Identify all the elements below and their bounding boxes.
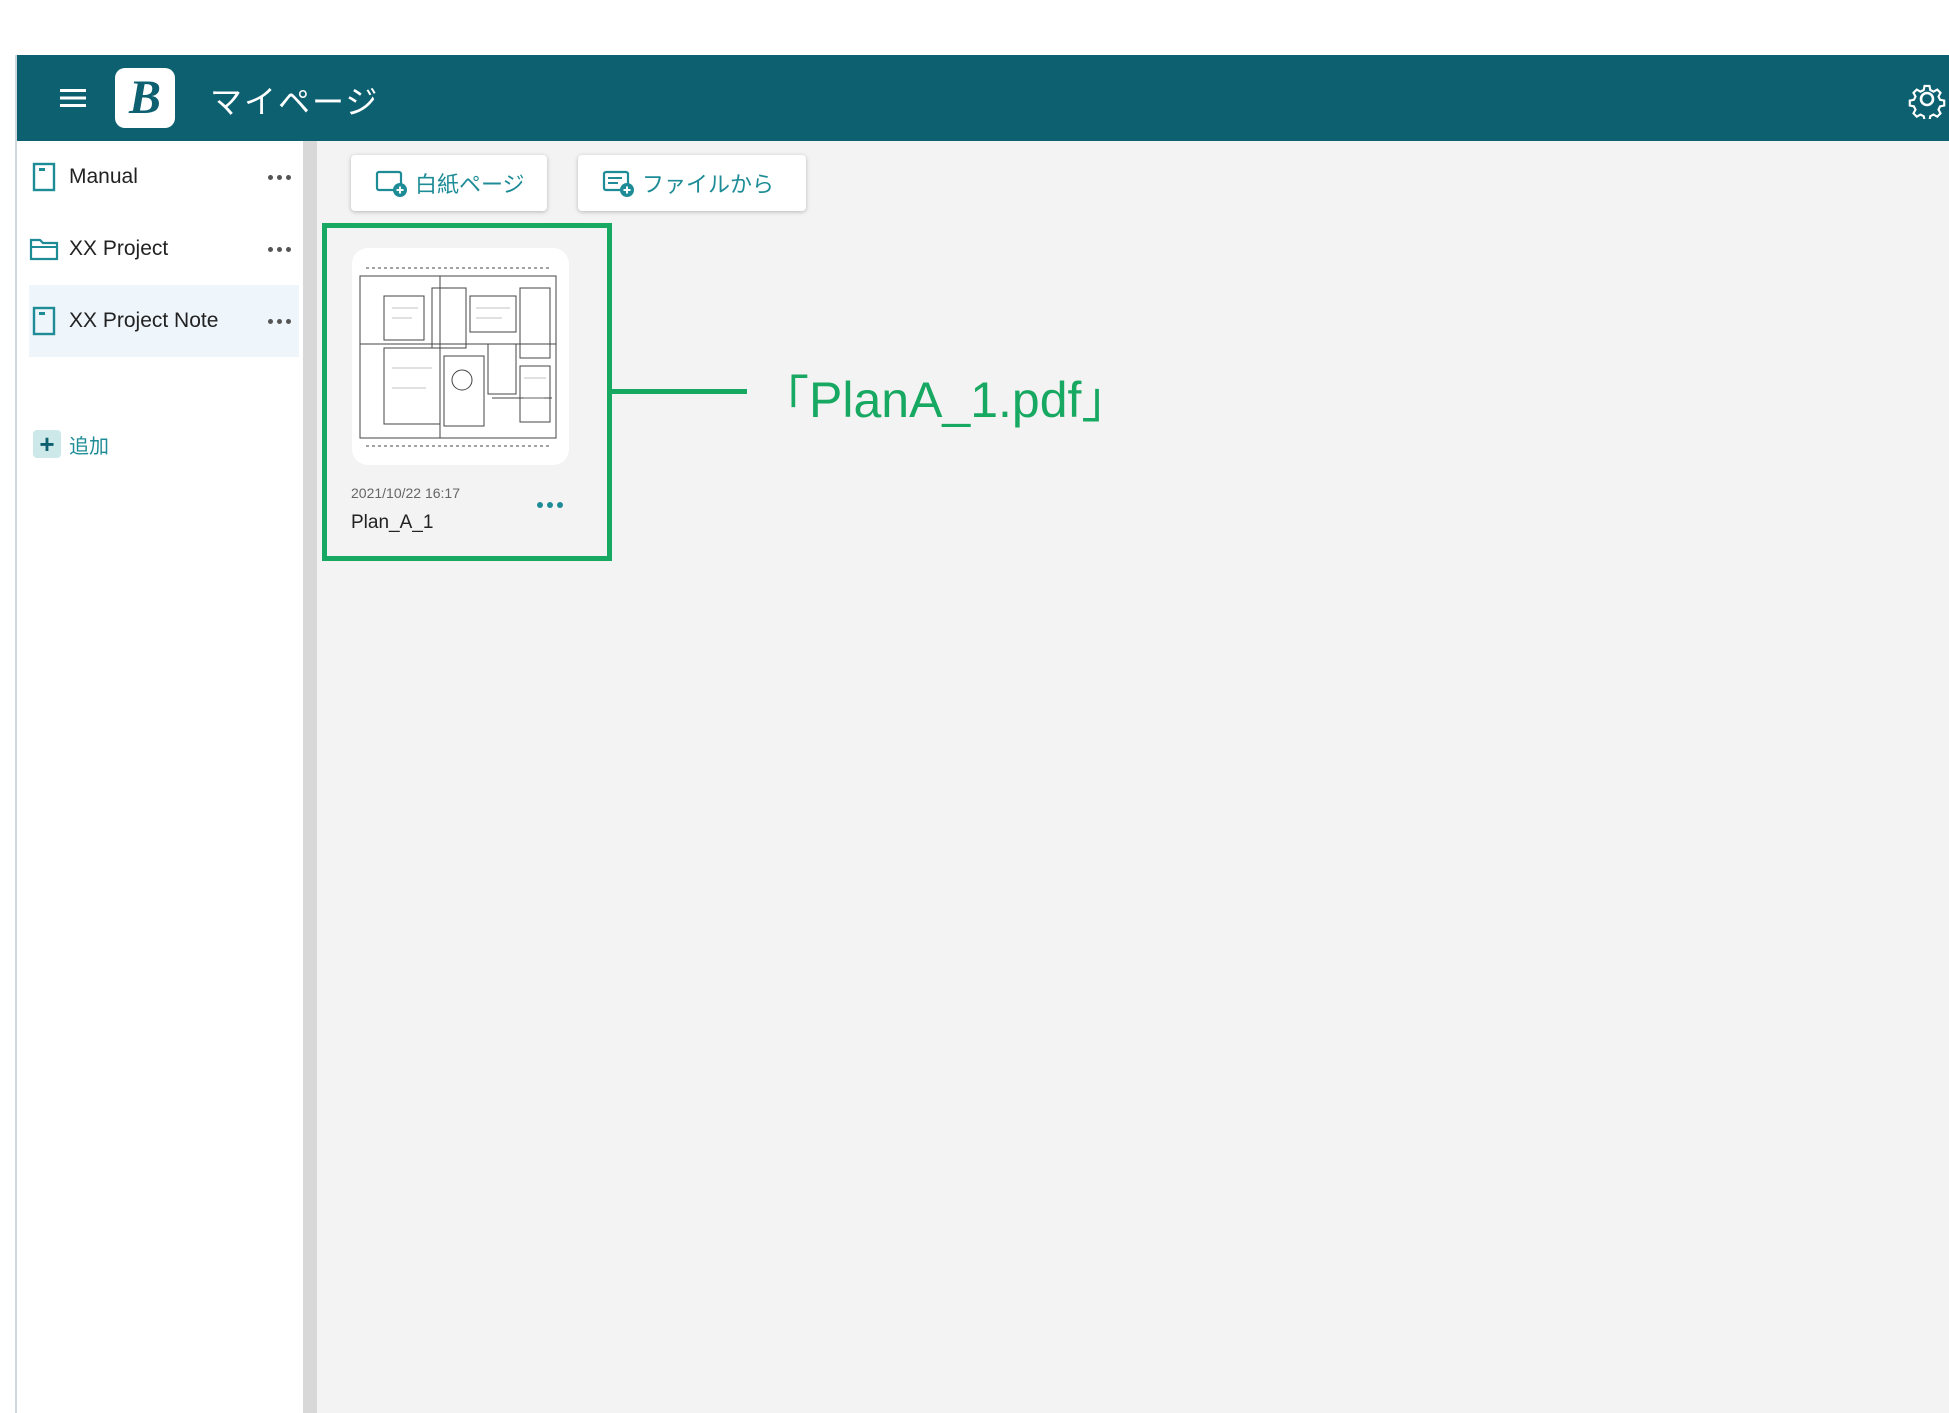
add-label: 追加: [69, 435, 109, 458]
new-page-icon: [375, 170, 407, 197]
more-dots-icon: [537, 502, 563, 508]
sidebar-item-xx-project-note[interactable]: XX Project Note: [29, 285, 299, 357]
gear-icon: [1908, 84, 1946, 119]
page-title: マイページ: [210, 84, 380, 120]
from-file-button[interactable]: ファイルから: [578, 155, 806, 211]
more-dots-icon: [267, 246, 291, 252]
app-logo[interactable]: B: [115, 68, 175, 128]
annotation-label: 「PlanA_1.pdf」: [759, 372, 1132, 428]
blank-page-button[interactable]: 白紙ページ: [351, 155, 547, 211]
callout-line: [612, 389, 747, 394]
add-button[interactable]: + 追加: [33, 424, 109, 464]
page-date: 2021/10/22 16:17: [351, 485, 460, 501]
folder-icon: [29, 232, 59, 266]
page-more-options-button[interactable]: [530, 493, 570, 517]
notebook-icon: [29, 160, 59, 194]
from-file-label: ファイルから: [642, 172, 775, 197]
blank-page-label: 白紙ページ: [415, 172, 525, 197]
more-dots-icon: [267, 174, 291, 180]
page-name: Plan_A_1: [351, 512, 434, 533]
app-window: B マイページ Manual XX Project XX Project Not…: [15, 55, 1949, 1413]
sidebar-item-label: Manual: [69, 165, 138, 188]
settings-button[interactable]: [1905, 77, 1949, 121]
sidebar-item-manual[interactable]: Manual: [29, 141, 299, 213]
notebook-icon: [29, 304, 59, 338]
file-import-icon: [602, 170, 634, 197]
more-options-button[interactable]: [259, 162, 299, 192]
hamburger-icon: [60, 89, 86, 107]
more-dots-icon: [267, 318, 291, 324]
floor-plan-thumbnail-image: [359, 267, 557, 447]
more-options-button[interactable]: [259, 234, 299, 264]
app-logo-letter: B: [128, 71, 161, 124]
hamburger-menu-button[interactable]: [55, 80, 91, 116]
sidebar-item-label: XX Project: [69, 237, 169, 260]
sidebar-resize-handle[interactable]: [303, 141, 317, 1413]
page-thumbnail[interactable]: [352, 248, 569, 465]
more-options-button[interactable]: [259, 306, 299, 336]
plus-icon: +: [33, 430, 61, 458]
sidebar-item-label: XX Project Note: [69, 309, 219, 332]
sidebar: Manual XX Project XX Project Note + 追加: [17, 141, 303, 1413]
top-bar: B マイページ: [17, 55, 1949, 141]
sidebar-item-xx-project[interactable]: XX Project: [29, 213, 299, 285]
